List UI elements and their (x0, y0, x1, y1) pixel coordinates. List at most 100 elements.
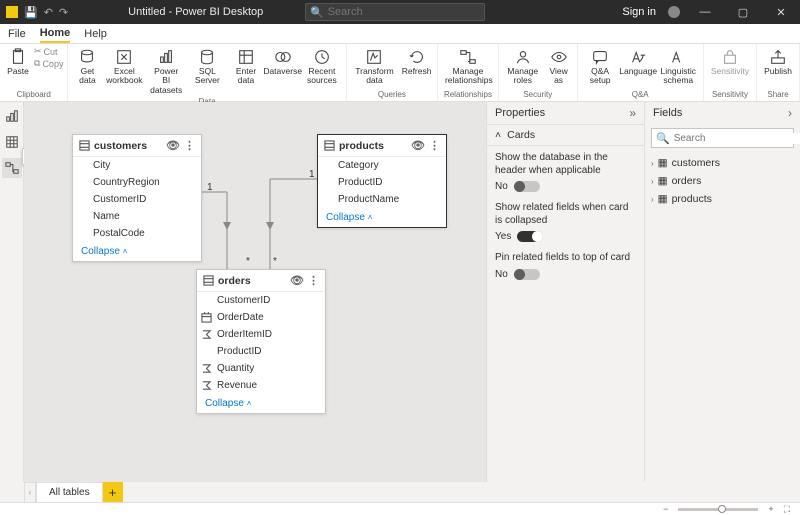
sign-in-link[interactable]: Sign in (622, 6, 656, 18)
data-view-button[interactable] (2, 132, 22, 152)
table-card-customers[interactable]: customers 👁 ⋮ City CountryRegion Custome… (72, 134, 202, 262)
chevron-right-icon: › (651, 177, 654, 186)
redo-icon[interactable]: ↷ (59, 6, 68, 19)
more-icon[interactable]: ⋮ (184, 139, 195, 152)
collapse-link[interactable]: Collapse ˄ (318, 208, 446, 227)
layout-tab-all-tables[interactable]: All tables (36, 482, 103, 502)
collapse-link[interactable]: Collapse ˄ (197, 394, 325, 413)
publish-button[interactable]: Publish (761, 46, 795, 78)
field-item[interactable]: ProductID (318, 174, 446, 191)
prop-related-fields-label: Show related fields when card is collaps… (495, 202, 636, 227)
menu-help[interactable]: Help (84, 26, 107, 42)
table-icon (203, 275, 214, 286)
field-tree-products[interactable]: ›▦products (649, 190, 796, 208)
field-item[interactable]: CustomerID (73, 191, 201, 208)
close-button[interactable]: ✕ (768, 6, 794, 19)
linguistic-schema-button[interactable]: Linguistic schema (658, 46, 699, 88)
field-item[interactable]: CustomerID (197, 292, 325, 309)
excel-button[interactable]: Excel workbook (104, 46, 144, 88)
field-item[interactable]: OrderItemID (197, 326, 325, 343)
visibility-icon[interactable]: 👁 (166, 139, 180, 152)
transform-data-button[interactable]: Transform data (351, 46, 398, 88)
group-clipboard: Clipboard (4, 90, 63, 99)
undo-icon[interactable]: ↶ (44, 6, 53, 19)
sensitivity-button[interactable]: Sensitivity (708, 46, 752, 78)
model-canvas[interactable]: 1 * 1 * customers 👁 ⋮ City CountryRegion… (24, 102, 486, 482)
more-icon[interactable]: ⋮ (308, 274, 319, 287)
visibility-icon[interactable]: 👁 (290, 274, 304, 287)
toggle-db-header[interactable] (514, 181, 540, 192)
collapse-pane-icon[interactable]: › (788, 106, 792, 120)
fit-to-page-button[interactable]: ⛶ (784, 504, 790, 515)
table-name: customers (94, 140, 147, 152)
minimize-button[interactable]: — (692, 6, 718, 18)
field-item[interactable]: PostalCode (73, 225, 201, 242)
field-tree-customers[interactable]: ›▦customers (649, 154, 796, 172)
field-item[interactable]: CountryRegion (73, 174, 201, 191)
get-data-button[interactable]: Get data (72, 46, 102, 88)
fields-search-input[interactable] (674, 133, 800, 144)
rel-many-1: * (246, 256, 250, 267)
view-as-button[interactable]: View as (545, 46, 573, 88)
rel-many-2: * (273, 256, 277, 267)
cut-button[interactable]: ✂Cut (34, 46, 63, 57)
copy-button[interactable]: ⧉Copy (34, 58, 63, 69)
save-icon[interactable]: 💾 (24, 6, 38, 19)
pbi-datasets-button[interactable]: Power BI datasets (146, 46, 186, 97)
zoom-in-button[interactable]: + (768, 504, 773, 514)
chevron-up-icon: ˄ (495, 129, 501, 141)
zoom-out-button[interactable]: − (663, 504, 668, 514)
toggle-related-fields[interactable] (517, 231, 543, 242)
field-item[interactable]: Name (73, 208, 201, 225)
field-item[interactable]: ProductID (197, 343, 325, 360)
recent-sources-button[interactable]: Recent sources (302, 46, 342, 88)
dataverse-button[interactable]: Dataverse (265, 46, 300, 78)
add-layout-button[interactable]: + (103, 482, 123, 502)
more-icon[interactable]: ⋮ (429, 139, 440, 152)
rel-one-1: 1 (207, 182, 213, 193)
collapse-pane-icon[interactable]: » (629, 106, 636, 120)
chevron-right-icon: › (651, 159, 654, 168)
field-item[interactable]: OrderDate (197, 309, 325, 326)
table-card-products[interactable]: products 👁 ⋮ Category ProductID ProductN… (317, 134, 447, 228)
model-view-button[interactable] (2, 158, 22, 178)
sql-server-button[interactable]: SQL Server (188, 46, 226, 88)
field-item[interactable]: City (73, 157, 201, 174)
menu-file[interactable]: File (8, 26, 26, 42)
toggle-pin-fields[interactable] (514, 269, 540, 280)
sigma-icon (201, 329, 212, 340)
refresh-button[interactable]: Refresh (400, 46, 433, 78)
fields-search[interactable]: 🔍 (651, 128, 794, 148)
paste-button[interactable]: Paste (4, 46, 32, 78)
global-search[interactable]: 🔍 (305, 3, 485, 21)
avatar[interactable] (668, 6, 680, 18)
tab-scroll-left[interactable]: ‹ (24, 482, 36, 502)
table-card-orders[interactable]: orders 👁 ⋮ CustomerID OrderDate OrderIte… (196, 269, 326, 414)
language-button[interactable]: Language (621, 46, 656, 78)
field-tree-orders[interactable]: ›▦orders (649, 172, 796, 190)
field-item[interactable]: ProductName (318, 191, 446, 208)
sigma-icon (201, 380, 212, 391)
field-item[interactable]: Quantity (197, 360, 325, 377)
field-item[interactable]: Category (318, 157, 446, 174)
group-queries: Queries (351, 90, 433, 99)
table-icon (324, 140, 335, 151)
cards-section-header[interactable]: ˄Cards (487, 124, 644, 146)
qa-setup-button[interactable]: Q&A setup (582, 46, 619, 88)
group-sensitivity: Sensitivity (708, 90, 752, 99)
manage-roles-button[interactable]: Manage roles (503, 46, 543, 88)
chevron-up-icon: ˄ (247, 399, 252, 408)
table-icon: ▦ (658, 175, 668, 187)
visibility-icon[interactable]: 👁 (411, 139, 425, 152)
search-input[interactable] (328, 6, 480, 18)
field-item[interactable]: Revenue (197, 377, 325, 394)
enter-data-button[interactable]: Enter data (229, 46, 264, 88)
manage-relationships-button[interactable]: Manage relationships (442, 46, 494, 88)
collapse-link[interactable]: Collapse ˄ (73, 242, 201, 261)
calendar-icon (201, 312, 212, 323)
menu-home[interactable]: Home (40, 25, 71, 43)
zoom-slider[interactable] (678, 508, 758, 511)
table-icon (79, 140, 90, 151)
maximize-button[interactable]: ▢ (730, 6, 756, 19)
report-view-button[interactable] (2, 106, 22, 126)
